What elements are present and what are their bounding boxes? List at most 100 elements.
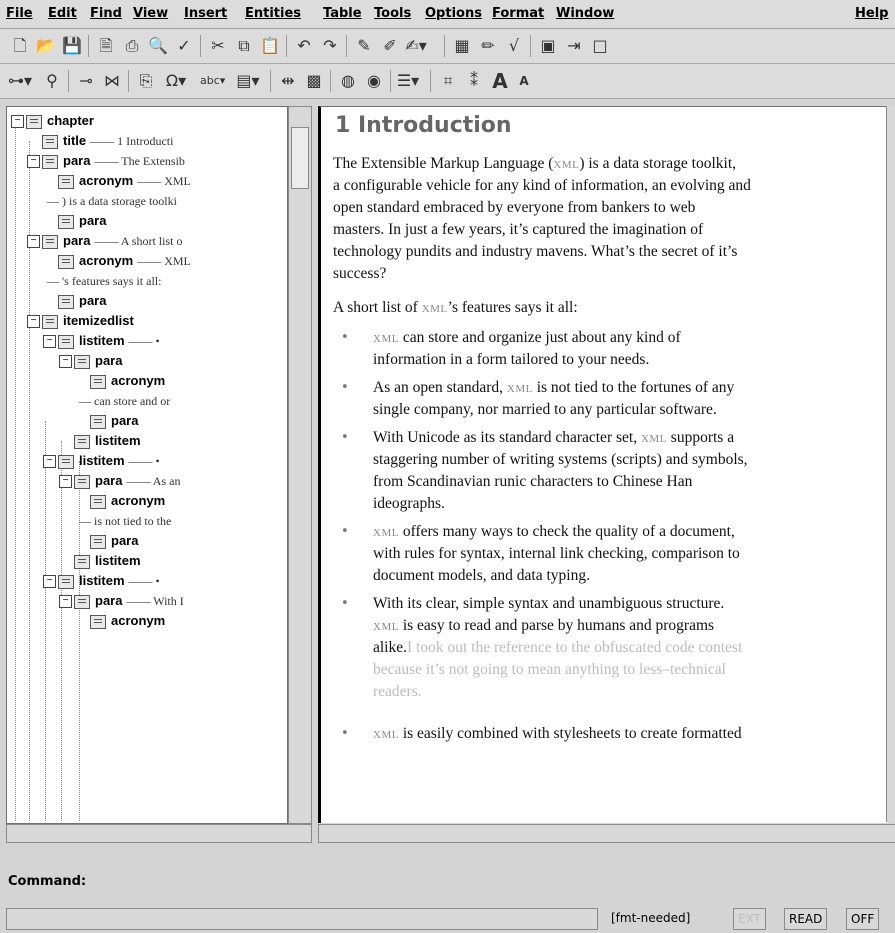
tree-vertical-scrollbar[interactable] <box>288 106 312 824</box>
structure-tree: − chapter title —— 1 Introducti − para —— The … <box>6 106 288 824</box>
table-icon[interactable]: ▦ <box>450 35 474 57</box>
menu-options[interactable]: Options <box>425 6 482 21</box>
menu-entities[interactable]: Entities <box>245 6 301 21</box>
tree-node-acronym[interactable]: acronym <box>75 611 165 631</box>
main-toolbar: 🗋 📂 💾 🗎 ⎙ 🔍 ✓ ✂ ⧉ 📋 ↶ ↷ ✎ ✐ ✍▾ ▦ ✏ √ ▣ ⇥… <box>0 29 895 64</box>
attributes-icon[interactable]: ⁑ <box>462 70 486 92</box>
tree-node-title[interactable]: title —— 1 Introducti <box>27 131 173 151</box>
doc-text: staggering number of writing systems (sc… <box>373 451 748 468</box>
doc-horizontal-scrollbar[interactable] <box>318 824 895 843</box>
new-document-icon[interactable]: 🗋 <box>8 35 32 57</box>
tree-node-text[interactable]: — 's features says it all: <box>43 271 161 291</box>
edit-table-icon[interactable]: ✏ <box>476 35 500 57</box>
clipboard-icon[interactable]: ⎘ <box>134 70 158 92</box>
entity-icon[interactable]: ▤▾ <box>236 70 260 92</box>
special-char-icon[interactable]: Ω▾ <box>164 70 188 92</box>
paste-icon[interactable]: 📋 <box>258 35 282 57</box>
doc-vertical-scrollbar[interactable] <box>886 106 895 822</box>
menu-table[interactable]: Table <box>323 6 362 21</box>
bigger-font-icon[interactable]: A <box>488 70 512 92</box>
tree-node-para[interactable]: para <box>75 531 138 551</box>
gutter-icon[interactable]: ⇹ <box>276 70 300 92</box>
save-icon[interactable]: 💾 <box>60 35 84 57</box>
text-style-icon[interactable]: abc▾ <box>200 70 225 92</box>
tree-node-listitem[interactable]: − listitem —— • <box>43 331 160 351</box>
expand-collapse-icon[interactable]: − <box>59 595 72 609</box>
copy-icon[interactable]: ⧉ <box>232 35 256 57</box>
document-view[interactable]: 1 Introduction The Extensible Markup Lan… <box>318 106 887 823</box>
tree-node-chapter[interactable]: − chapter <box>11 111 94 131</box>
tree-node-para[interactable]: para <box>43 291 106 311</box>
tree-node-para[interactable]: − para —— As an <box>59 471 180 491</box>
tree-node-itemizedlist[interactable]: − itemizedlist <box>27 311 134 331</box>
expand-collapse-icon[interactable]: − <box>27 315 40 329</box>
tree-node-acronym[interactable]: acronym <box>75 371 165 391</box>
tree-node-acronym[interactable]: acronym —— XML <box>43 251 191 271</box>
tree-node-text[interactable]: — is not tied to the <box>75 511 171 531</box>
list-item-line: staggering number of writing systems (sc… <box>373 449 748 471</box>
find-icon[interactable]: 🔍 <box>146 35 170 57</box>
tree-node-para[interactable]: − para <box>59 351 122 371</box>
tree-node-listitem[interactable]: − listitem —— • <box>43 571 160 591</box>
equation-icon[interactable]: √ <box>502 35 526 57</box>
structure-icon[interactable]: ⊶▾ <box>8 70 32 92</box>
expand-collapse-icon[interactable]: − <box>43 455 56 469</box>
tree-node-para[interactable]: − para —— With I <box>59 591 184 611</box>
tree-node-text[interactable]: — can store and or <box>75 391 170 411</box>
expand-collapse-icon[interactable]: − <box>43 575 56 589</box>
expand-collapse-icon[interactable]: − <box>59 355 72 369</box>
expand-collapse-icon[interactable]: − <box>27 235 40 249</box>
print-icon[interactable]: ⎙ <box>120 35 144 57</box>
cut-icon[interactable]: ✂ <box>206 35 230 57</box>
tree-node-para[interactable]: para <box>43 211 106 231</box>
menu-edit[interactable]: Edit <box>48 6 77 21</box>
menu-find[interactable]: Find <box>90 6 122 21</box>
tree-node-text[interactable]: — ) is a data storage toolki <box>43 191 177 211</box>
graphic-icon[interactable]: ▩ <box>302 70 326 92</box>
export-icon[interactable]: ⇥ <box>562 35 586 57</box>
tree-node-para[interactable]: − para —— A short list o <box>27 231 182 251</box>
expand-collapse-icon[interactable]: − <box>11 115 24 129</box>
split-element-icon[interactable]: ✐ <box>378 35 402 57</box>
open-folder-icon[interactable]: 📂 <box>34 35 58 57</box>
tree-horizontal-scrollbar[interactable] <box>6 824 312 843</box>
expand-collapse-icon[interactable]: − <box>27 155 40 169</box>
tree-node-listitem[interactable]: listitem <box>59 431 141 451</box>
insert-element-icon[interactable]: ✎ <box>352 35 376 57</box>
menu-view[interactable]: View <box>133 6 168 21</box>
menu-file[interactable]: File <box>6 6 33 21</box>
tree-node-listitem[interactable]: − listitem —— • <box>43 451 160 471</box>
globe-icon[interactable]: ◍ <box>336 70 360 92</box>
undo-icon[interactable]: ↶ <box>292 35 316 57</box>
expand-collapse-icon[interactable]: − <box>59 475 72 489</box>
tree-node-para[interactable]: para <box>75 411 138 431</box>
list-icon[interactable]: ☰▾ <box>396 70 420 92</box>
tree-node-acronym[interactable]: acronym <box>75 491 165 511</box>
menu-tools[interactable]: Tools <box>374 6 411 21</box>
tree-node-tag: para <box>63 153 91 168</box>
expand-collapse-icon[interactable]: − <box>43 335 56 349</box>
menu-help[interactable]: Help <box>855 6 888 21</box>
tree-scroll-thumb[interactable] <box>291 127 309 189</box>
menu-window[interactable]: Window <box>556 6 614 21</box>
tree-node-tag: itemizedlist <box>63 313 134 328</box>
tag-icon[interactable]: ⌗ <box>436 70 460 92</box>
tree-node-para[interactable]: − para —— The Extensib <box>27 151 185 171</box>
web-icon[interactable]: ◉ <box>362 70 386 92</box>
redo-icon[interactable]: ↷ <box>318 35 342 57</box>
layout-icon[interactable]: □ <box>588 35 612 57</box>
list-item-line: document models, and data typing. <box>373 565 590 587</box>
print-preview-icon[interactable]: 🗎 <box>94 35 118 57</box>
image-icon[interactable]: ▣ <box>536 35 560 57</box>
menu-insert[interactable]: Insert <box>184 6 227 21</box>
tree-node-acronym[interactable]: acronym —— XML <box>43 171 191 191</box>
markup-icon[interactable]: ⋈ <box>100 70 124 92</box>
link-icon[interactable]: ⊸ <box>74 70 98 92</box>
tree-node-listitem[interactable]: listitem <box>59 551 141 571</box>
zoom-icon[interactable]: ⚲ <box>40 70 64 92</box>
doc-title: 1 Introduction <box>335 113 512 138</box>
menu-format[interactable]: Format <box>492 6 544 21</box>
spellcheck-icon[interactable]: ✓ <box>172 35 196 57</box>
smaller-font-icon[interactable]: A <box>512 70 536 92</box>
change-element-icon[interactable]: ✍▾ <box>404 35 428 57</box>
